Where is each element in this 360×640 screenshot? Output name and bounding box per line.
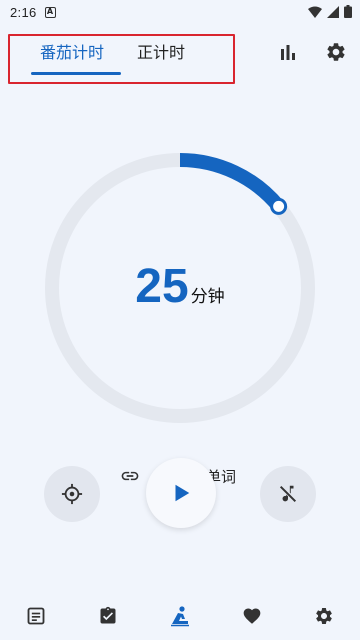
battery-icon bbox=[344, 5, 352, 18]
gear-icon bbox=[327, 43, 345, 61]
signal-icon bbox=[327, 5, 339, 18]
timer-unit: 分钟 bbox=[190, 287, 225, 307]
tab-stopwatch[interactable]: 正计时 bbox=[137, 40, 185, 70]
status-icons bbox=[308, 5, 352, 18]
timer-controls: 单词 bbox=[0, 458, 360, 538]
ring-progress-knob bbox=[270, 197, 288, 215]
stats-button[interactable] bbox=[272, 36, 304, 68]
play-button[interactable] bbox=[146, 458, 216, 528]
link-icon bbox=[121, 471, 139, 481]
focus-button[interactable] bbox=[44, 466, 100, 522]
notification-icon: A bbox=[44, 6, 56, 18]
settings-button[interactable] bbox=[320, 36, 352, 68]
nav-settings[interactable] bbox=[306, 602, 342, 630]
top-bar: 番茄计时 正计时 bbox=[0, 24, 360, 84]
timer-minutes: 25 bbox=[135, 260, 189, 313]
nav-favorites[interactable] bbox=[234, 602, 270, 630]
tab-pomodoro[interactable]: 番茄计时 bbox=[40, 40, 104, 70]
sound-toggle-button[interactable] bbox=[260, 466, 316, 522]
gear-icon bbox=[316, 608, 332, 624]
nav-tasks[interactable] bbox=[90, 602, 126, 630]
notes-icon bbox=[27, 607, 45, 625]
status-bar: 2:16 A bbox=[0, 0, 360, 24]
ring-progress-arc bbox=[179, 153, 285, 211]
heart-icon bbox=[243, 608, 261, 624]
status-time: 2:16 bbox=[10, 4, 37, 20]
task-check-icon bbox=[100, 606, 116, 624]
play-icon bbox=[175, 484, 190, 502]
time-display: 25 分钟 bbox=[42, 260, 318, 314]
crosshair-icon bbox=[61, 483, 83, 505]
music-off-icon bbox=[279, 485, 297, 503]
bottom-nav bbox=[0, 592, 360, 640]
focus-mode-icon bbox=[171, 606, 189, 627]
wifi-icon bbox=[308, 6, 322, 18]
timer-ring: 25 分钟 bbox=[42, 148, 318, 428]
nav-focus[interactable] bbox=[162, 602, 198, 630]
active-tab-indicator bbox=[31, 72, 121, 75]
link-button[interactable] bbox=[120, 466, 140, 486]
nav-notes[interactable] bbox=[18, 602, 54, 630]
bar-chart-icon bbox=[281, 45, 295, 60]
